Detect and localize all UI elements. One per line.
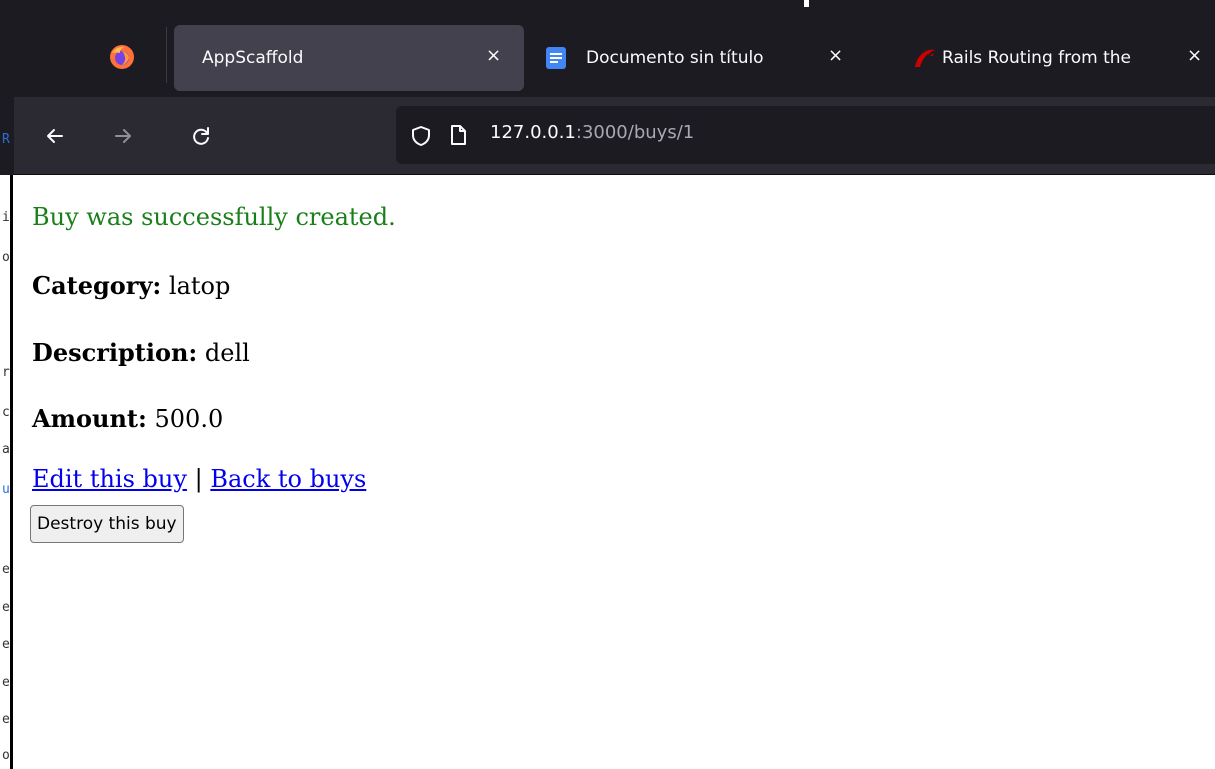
back-arrow-icon (47, 129, 63, 143)
destroy-buy-button[interactable]: Destroy this buy (30, 505, 184, 543)
forward-button[interactable] (106, 119, 140, 153)
field-value: latop (168, 272, 231, 300)
field-value: dell (204, 339, 250, 367)
tab-label: Documento sin título (586, 48, 764, 68)
url-text[interactable]: 127.0.0.1:3000/buys/1 (490, 122, 694, 143)
flash-notice: Buy was successfully created. (32, 203, 396, 231)
firefox-icon[interactable] (109, 44, 135, 70)
amount-field: Amount: 500.0 (32, 404, 223, 433)
edit-buy-link[interactable]: Edit this buy (32, 465, 187, 493)
tab-label: AppScaffold (202, 48, 304, 68)
window-top-edge (14, 0, 1215, 7)
field-value: 500.0 (154, 405, 224, 433)
close-tab-icon[interactable]: × (486, 45, 501, 66)
link-separator: | (194, 465, 203, 493)
tab-appscaffold[interactable]: AppScaffold × (174, 25, 524, 91)
page-icon[interactable] (448, 124, 468, 146)
back-to-buys-link[interactable]: Back to buys (210, 465, 366, 493)
reload-button[interactable] (184, 119, 218, 153)
back-button[interactable] (38, 119, 72, 153)
close-tab-icon[interactable]: × (1187, 45, 1202, 66)
tab-rails-routing[interactable]: Rails Routing from the × (899, 25, 1215, 91)
navigation-toolbar: 127.0.0.1:3000/buys/1 (14, 97, 1215, 174)
address-bar[interactable]: 127.0.0.1:3000/buys/1 (396, 106, 1215, 164)
action-links: Edit this buy | Back to buys (32, 465, 366, 493)
tab-label: Rails Routing from the (942, 48, 1132, 68)
rails-icon (915, 49, 935, 67)
tab-documento[interactable]: Documento sin título × (544, 25, 884, 91)
description-field: Description: dell (32, 338, 250, 367)
browser-window: AppScaffold × Documento sin título × Rai… (14, 0, 1215, 769)
page-content: Buy was successfully created. Category: … (14, 175, 1215, 769)
reload-icon (193, 127, 209, 145)
category-field: Category: latop (32, 271, 230, 300)
field-label: Description: (32, 338, 198, 367)
google-docs-icon (546, 47, 566, 69)
background-window-edge: R i o r c a u e e e e e o (0, 0, 14, 769)
forward-arrow-icon (115, 129, 131, 143)
close-tab-icon[interactable]: × (828, 45, 843, 66)
shield-icon[interactable] (410, 125, 432, 147)
field-label: Amount: (32, 404, 147, 433)
field-label: Category: (32, 271, 162, 300)
tab-bar: AppScaffold × Documento sin título × Rai… (14, 7, 1215, 97)
